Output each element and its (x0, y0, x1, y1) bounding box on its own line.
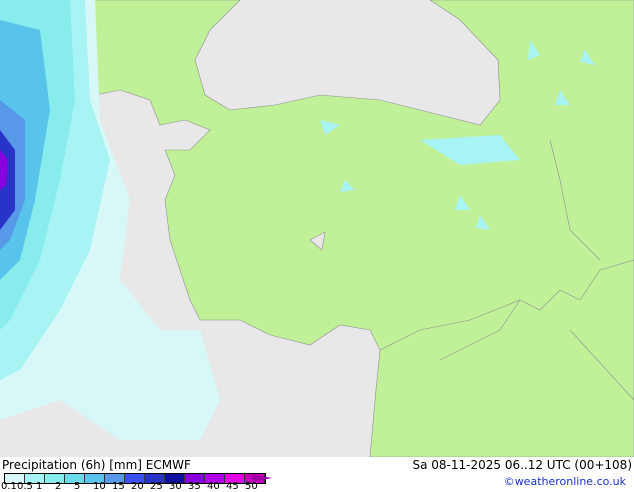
legend-tick: 0.5 (17, 481, 33, 492)
legend-tick: 5 (74, 481, 81, 492)
valid-time: Sa 08-11-2025 06..12 UTC (00+108) (412, 458, 632, 472)
map-title: Precipitation (6h) [mm] ECMWF (2, 458, 191, 472)
legend-tick: 2 (55, 481, 62, 492)
legend-tick: 20 (131, 481, 144, 492)
legend-tick: 40 (207, 481, 220, 492)
legend-tick: 10 (93, 481, 106, 492)
credit-link[interactable]: ©weatheronline.co.uk (504, 475, 626, 488)
precipitation-map (0, 0, 634, 457)
legend-tick: 30 (169, 481, 182, 492)
legend-tick: 45 (226, 481, 239, 492)
legend-tick: 50 (245, 481, 258, 492)
legend-tick: 15 (112, 481, 125, 492)
legend-tick: 25 (150, 481, 163, 492)
legend-tick: 35 (188, 481, 201, 492)
legend-tick: 0.1 (1, 481, 17, 492)
legend-tick: 1 (36, 481, 43, 492)
